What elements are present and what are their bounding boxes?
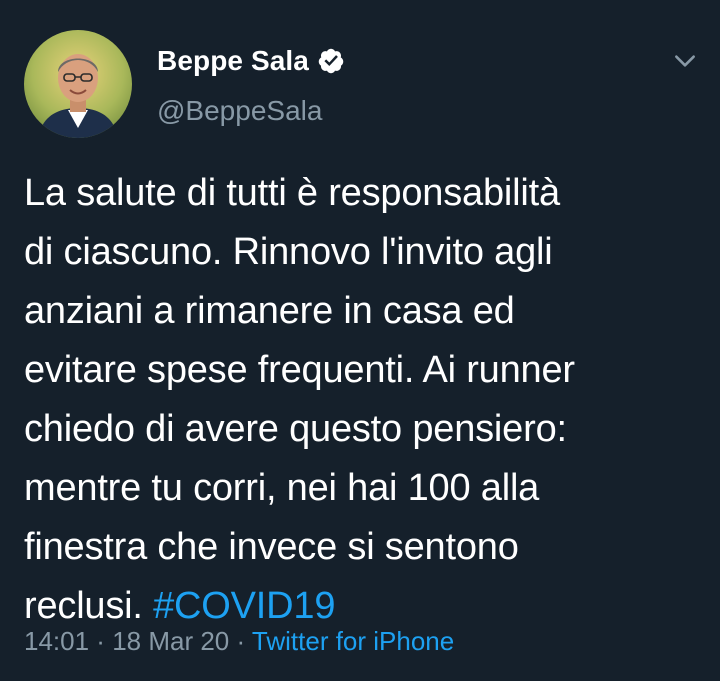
- tweet-source-link[interactable]: Twitter for iPhone: [252, 626, 454, 656]
- meta-separator: ·: [229, 626, 252, 656]
- tweet-metadata: 14:01 · 18 Mar 20 · Twitter for iPhone: [24, 624, 454, 658]
- tweet-text-line: anziani a rimanere in casa ed: [24, 290, 515, 332]
- tweet-card: Beppe Sala @BeppeSala La salute di tutti…: [0, 0, 720, 681]
- tweet-text: La salute di tutti è responsabilità di c…: [24, 164, 704, 636]
- tweet-text-line: finestra che invece si sentono: [24, 526, 519, 568]
- tweet-text-line: evitare spese frequenti. Ai runner: [24, 349, 575, 391]
- meta-separator: ·: [89, 626, 113, 656]
- tweet-time[interactable]: 14:01: [24, 626, 89, 656]
- tweet-text-line: La salute di tutti è responsabilità: [24, 172, 560, 214]
- tweet-text-line: chiedo di avere questo pensiero:: [24, 408, 567, 450]
- verified-badge-icon: [318, 48, 344, 74]
- tweet-text-line: mentre tu corri, nei hai 100 alla: [24, 467, 540, 509]
- hashtag-link[interactable]: #COVID19: [153, 585, 335, 627]
- avatar-image: [24, 30, 132, 138]
- tweet-text-line: di ciascuno. Rinnovo l'invito agli: [24, 231, 553, 273]
- author-display-name[interactable]: Beppe Sala: [157, 44, 309, 78]
- author-handle[interactable]: @BeppeSala: [157, 94, 322, 128]
- author-name-row[interactable]: Beppe Sala: [157, 44, 345, 78]
- chevron-down-icon[interactable]: [672, 48, 698, 74]
- avatar[interactable]: [24, 30, 132, 138]
- tweet-date[interactable]: 18 Mar 20: [112, 626, 229, 656]
- tweet-text-prefix: reclusi.: [24, 585, 154, 627]
